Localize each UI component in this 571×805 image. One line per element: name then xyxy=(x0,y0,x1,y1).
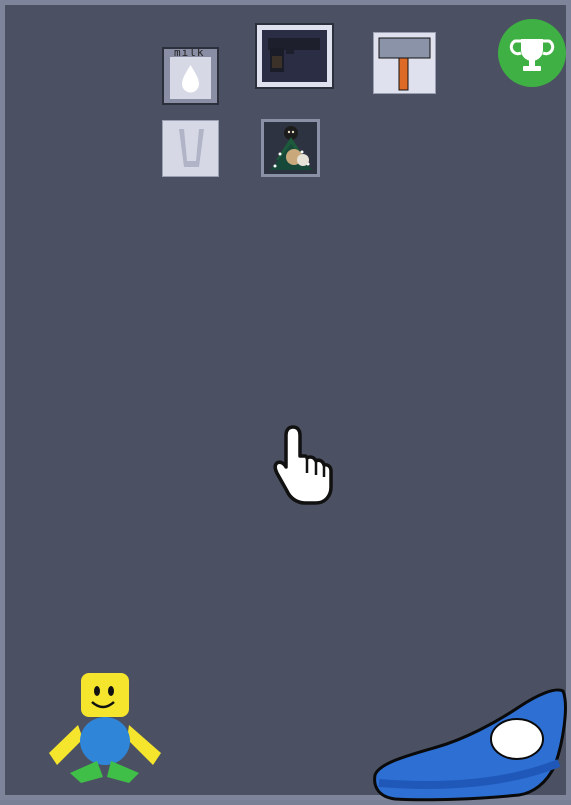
christmas-tree-icon xyxy=(270,126,312,170)
noob-avatar-button[interactable] xyxy=(45,669,165,791)
game-viewport: milk xyxy=(0,0,571,802)
pointer-hand-icon xyxy=(273,425,333,505)
hammer-icon xyxy=(378,37,431,91)
pistol-icon xyxy=(262,30,327,82)
trophy-icon xyxy=(509,39,555,71)
inventory-slot-gun[interactable] xyxy=(255,23,334,89)
trophy-button[interactable] xyxy=(498,19,566,87)
glass-cup-icon xyxy=(179,129,204,167)
inventory-slot-hammer[interactable] xyxy=(373,32,436,94)
inventory-slot-milk[interactable]: milk xyxy=(162,47,219,105)
noob-head xyxy=(81,673,129,717)
inventory-slot-cup[interactable] xyxy=(162,120,219,177)
milk-label: milk xyxy=(174,47,205,59)
sneaker-icon[interactable] xyxy=(369,683,571,805)
milk-carton-icon xyxy=(170,57,211,99)
inventory-slot-tree[interactable] xyxy=(261,119,320,177)
